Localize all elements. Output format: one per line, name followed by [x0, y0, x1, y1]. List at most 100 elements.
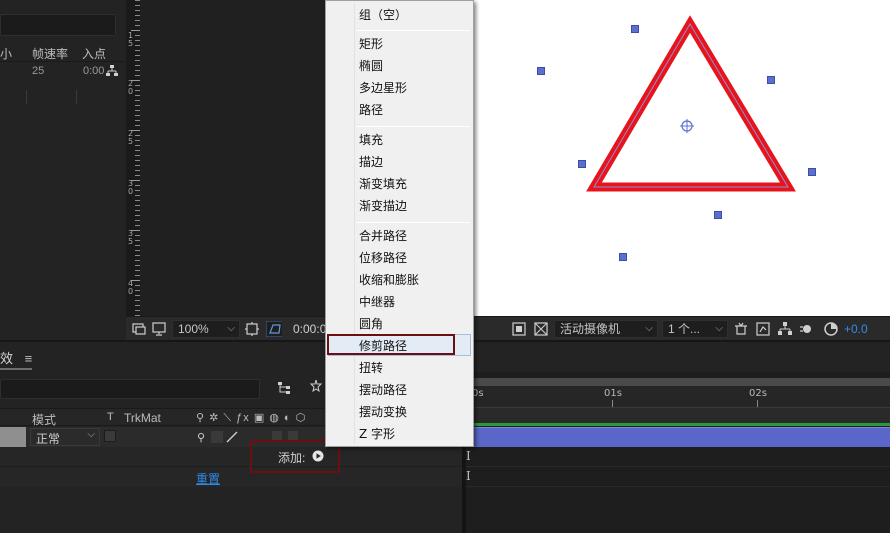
composition-toolbar: 100% ⌵ 0:00:0 活动摄像机 ⌵ 1 个... ⌵ +0.0	[126, 316, 890, 340]
zoom-value: 100%	[178, 322, 209, 336]
graph-icon[interactable]	[755, 321, 771, 337]
menu-item-repeater[interactable]: 中继器	[359, 291, 395, 313]
exposure-value[interactable]: +0.0	[844, 321, 868, 337]
column-in-point[interactable]: 入点	[82, 45, 106, 62]
layer-duration-bar[interactable]	[474, 427, 890, 447]
keyframe-row	[466, 467, 890, 487]
ruler-label: 1	[127, 31, 134, 40]
column-divider[interactable]	[26, 90, 27, 104]
triangle-path	[593, 23, 789, 188]
chevron-down-icon: ⌵	[715, 323, 723, 334]
ruler-label: 4	[127, 279, 134, 288]
menu-item-wiggle-paths[interactable]: 摆动路径	[359, 379, 407, 401]
column-trkmat[interactable]: TrkMat	[124, 411, 161, 425]
transparency-grid-icon[interactable]	[533, 321, 549, 337]
menu-item-path[interactable]: 路径	[359, 99, 383, 121]
blend-mode-value: 正常	[36, 432, 61, 446]
time-label-02s: 02s	[749, 388, 767, 399]
menu-item-fill[interactable]: 填充	[359, 129, 383, 151]
project-column-header: 小 帧速率 入点	[0, 44, 124, 104]
comp-flowchart-icon[interactable]	[276, 380, 294, 396]
menu-item-twist[interactable]: 扭转	[359, 357, 383, 379]
menu-item-pucker-bloat[interactable]: 收缩和膨胀	[359, 269, 419, 291]
menu-item-ellipse[interactable]: 椭圆	[359, 55, 383, 77]
column-divider[interactable]	[76, 90, 77, 104]
column-preserve-transparency[interactable]: T	[107, 411, 114, 423]
camera-value: 活动摄像机	[560, 322, 621, 336]
exposure-reset-icon[interactable]	[823, 321, 839, 337]
ruler-label: 3	[127, 229, 134, 238]
flowchart-icon[interactable]	[105, 64, 119, 78]
menu-item-stroke[interactable]: 描边	[359, 151, 383, 173]
bounding-handle[interactable]	[537, 67, 545, 75]
add-context-menu: 组（空） 矩形 椭圆 多边星形 路径 填充 描边 渐变填充 渐变描边 合并路径 …	[325, 0, 474, 447]
layer-switches[interactable]: ⚲	[197, 430, 245, 444]
column-size[interactable]: 小	[0, 45, 12, 62]
switches-header-icons[interactable]: ⚲ ✲ ⟍ ƒx ▣ ◍ ◐ ⬡	[196, 411, 306, 425]
ruler-label: 5	[127, 237, 134, 246]
chevron-down-icon: ⌵	[227, 323, 235, 334]
shape-layer-preview	[586, 15, 796, 192]
ruler-label: 0	[127, 87, 134, 96]
timeline-tab[interactable]: 效 ≡	[0, 348, 32, 367]
menu-separator	[356, 222, 470, 223]
contents-row	[0, 447, 462, 467]
bounding-handle[interactable]	[767, 76, 775, 84]
menu-item-merge-paths[interactable]: 合并路径	[359, 225, 407, 247]
time-ruler[interactable]	[466, 386, 890, 408]
menu-item-round-corners[interactable]: 圆角	[359, 313, 383, 335]
keyframe-row	[466, 447, 890, 467]
chevron-down-icon: ⌵	[645, 323, 653, 334]
monitor-icon[interactable]	[151, 321, 167, 337]
timeline-search-input[interactable]	[0, 379, 260, 399]
menu-item-polystar[interactable]: 多边星形	[359, 77, 407, 99]
flow-icon[interactable]	[777, 321, 793, 337]
view-layout-value: 1 个...	[668, 322, 701, 336]
fast-preview-icon[interactable]	[511, 321, 527, 337]
triangle-shape	[586, 15, 796, 192]
timeline-tab-label: 效	[0, 351, 14, 366]
menu-gutter	[354, 3, 355, 444]
bounding-handle[interactable]	[619, 253, 627, 261]
snapshot-icon[interactable]	[131, 321, 147, 337]
menu-item-zig-zag[interactable]: Z 字形	[359, 423, 395, 445]
bounding-handle[interactable]	[578, 160, 586, 168]
motion-blur-icon[interactable]	[799, 321, 815, 337]
blend-mode-select[interactable]: 正常 ⌵	[30, 428, 100, 446]
vertical-ruler: 152025303540	[126, 0, 140, 316]
time-label-01s: 01s	[604, 388, 622, 399]
ruler-label: 2	[127, 129, 134, 138]
reset-link[interactable]: 重置	[196, 470, 220, 487]
menu-item-wiggle-transform[interactable]: 摆动变换	[359, 401, 407, 423]
composition-canvas[interactable]	[474, 0, 890, 316]
menu-item-rectangle[interactable]: 矩形	[359, 33, 383, 55]
layer-label-color[interactable]	[0, 427, 26, 447]
panel-menu-icon[interactable]: ≡	[25, 351, 33, 366]
zoom-select[interactable]: 100% ⌵	[172, 320, 240, 338]
camera-select[interactable]: 活动摄像机 ⌵	[554, 320, 658, 338]
transform-row	[0, 467, 462, 487]
chevron-down-icon: ⌵	[87, 429, 95, 440]
menu-item-offset-paths[interactable]: 位移路径	[359, 247, 407, 269]
bounding-handle[interactable]	[808, 168, 816, 176]
mask-toggle-icon[interactable]	[266, 321, 282, 337]
column-mode[interactable]: 模式	[32, 411, 56, 428]
column-frame-rate[interactable]: 帧速率	[32, 45, 68, 62]
region-icon[interactable]	[244, 321, 260, 337]
draft-3d-icon[interactable]	[308, 378, 324, 394]
item-frame-rate: 25	[32, 65, 45, 77]
bounding-handle[interactable]	[631, 25, 639, 33]
3d-view-icon[interactable]	[733, 321, 749, 337]
trkmat-checkbox[interactable]	[104, 430, 116, 442]
time-navigator[interactable]	[474, 378, 890, 386]
text-cursor-icon: I	[466, 469, 471, 483]
project-search-input[interactable]	[0, 14, 116, 36]
svg-text:⚲: ⚲	[197, 431, 205, 444]
view-layout-select[interactable]: 1 个... ⌵	[662, 320, 728, 338]
menu-item-gradient-fill[interactable]: 渐变填充	[359, 173, 407, 195]
render-bar	[474, 423, 890, 426]
menu-item-group-empty[interactable]: 组（空）	[359, 4, 407, 26]
menu-item-gradient-stroke[interactable]: 渐变描边	[359, 195, 407, 217]
bounding-handle[interactable]	[714, 211, 722, 219]
timecode-display[interactable]: 0:00:0	[293, 321, 326, 337]
